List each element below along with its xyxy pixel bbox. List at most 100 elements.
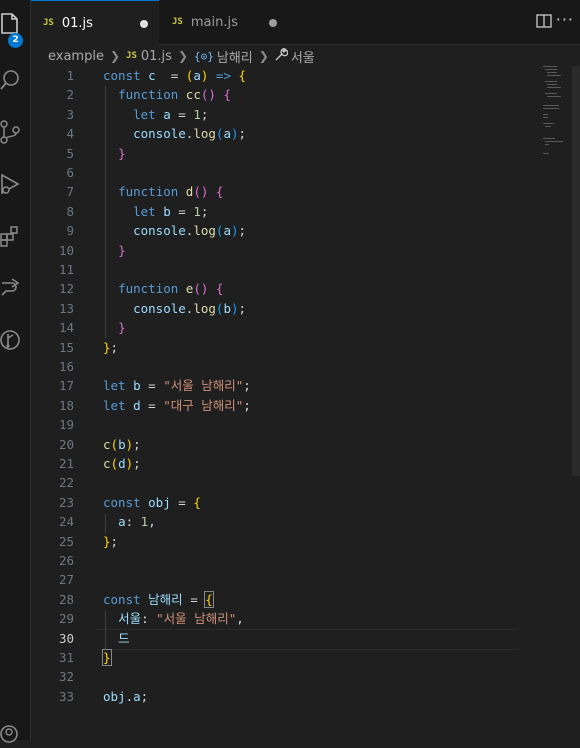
code-token: => [215, 68, 231, 83]
code-token: console [133, 300, 186, 316]
line-number: 3 [66, 106, 74, 122]
code-token: { [215, 184, 224, 200]
code-token: c [103, 456, 111, 471]
code-line[interactable]: 28 const 남해리 = { [31, 590, 580, 609]
code-line[interactable]: 30 드 [31, 628, 580, 650]
code-token: 남해리 [148, 591, 183, 607]
code-text: obj.a; [103, 687, 148, 706]
code-line[interactable]: 32 [31, 667, 580, 686]
code-line[interactable]: 14 } [31, 318, 580, 337]
run-debug-icon[interactable] [0, 168, 30, 200]
code-line[interactable]: 3 let a = 1; [31, 105, 580, 124]
code-token: log [193, 126, 216, 142]
breadcrumb-property[interactable]: 서울 [291, 47, 315, 66]
code-token: , [148, 514, 156, 530]
code-line[interactable]: 5 } [31, 144, 580, 163]
line-number: 30 [58, 630, 74, 646]
code-line[interactable]: 9 console.log(a); [31, 221, 580, 240]
code-token: } [118, 242, 126, 258]
code-line[interactable]: 16 [31, 357, 580, 376]
code-line[interactable]: 26 [31, 551, 580, 570]
line-number: 6 [66, 165, 74, 180]
code-line[interactable]: 1 const c = (a) => { [31, 66, 580, 85]
breadcrumb-folder[interactable]: example [48, 49, 104, 64]
code-text: }; [103, 338, 118, 357]
code-line[interactable]: 19 [31, 415, 580, 434]
code-line[interactable]: 29 서울: "서울 남해리", [31, 609, 580, 628]
code-token: c [148, 68, 156, 83]
line-number: 8 [66, 203, 74, 219]
code-line[interactable]: 6 [31, 163, 580, 182]
more-actions-icon[interactable]: ··· [556, 10, 574, 29]
code-line[interactable]: 23 const obj = { [31, 493, 580, 512]
code-line[interactable]: 27 [31, 570, 580, 589]
code-token: let [133, 106, 164, 122]
code-line[interactable]: 4 console.log(a); [31, 124, 580, 143]
code-token: ) [230, 126, 239, 142]
tab-main-js[interactable]: JS main.js [160, 0, 288, 44]
line-number: 33 [58, 688, 74, 704]
code-line[interactable]: 33 obj.a; [31, 687, 580, 706]
code-line[interactable]: 18 let d = "대구 남해리"; [31, 396, 580, 415]
minimap[interactable] [543, 66, 573, 206]
code-token: = [170, 203, 194, 219]
code-text: } [103, 241, 126, 260]
remote-explorer-icon[interactable] [0, 272, 30, 304]
code-line[interactable]: 12 function e() { [31, 279, 580, 298]
line-number: 16 [58, 359, 74, 374]
git-graph-icon[interactable] [0, 324, 30, 356]
unsaved-dot-icon[interactable] [269, 19, 277, 27]
js-file-icon: JS [126, 51, 137, 61]
search-icon[interactable] [0, 64, 30, 96]
code-line[interactable]: 31} [31, 648, 580, 667]
code-token: () [193, 281, 209, 297]
line-number: 10 [58, 242, 74, 258]
indent-guide [105, 514, 106, 533]
account-icon[interactable] [0, 716, 30, 748]
code-token: 서울 [118, 611, 142, 627]
tab-01-js[interactable]: JS 01.js [31, 0, 159, 45]
code-token: obj [148, 494, 171, 510]
code-line[interactable]: 11 [31, 260, 580, 279]
code-line[interactable]: 21 c(d); [31, 454, 580, 473]
code-line[interactable]: 13 console.log(b); [31, 299, 580, 318]
code-line[interactable]: 8 let b = 1; [31, 202, 580, 221]
code-line[interactable]: 24 a: 1, [31, 512, 580, 531]
code-line[interactable]: 22 [31, 473, 580, 492]
code-token: = [140, 378, 164, 394]
code-line[interactable]: 2 function cc() { [31, 85, 580, 104]
code-line[interactable]: 10 } [31, 241, 580, 260]
code-line[interactable]: 25}; [31, 532, 580, 551]
code-line[interactable]: 17 let b = "서울 남해리"; [31, 376, 580, 395]
vertical-scrollbar[interactable] [572, 66, 580, 476]
code-token: ; [238, 300, 247, 316]
split-editor-icon[interactable] [536, 13, 552, 33]
code-text: function cc() { [103, 85, 231, 104]
breadcrumb-file[interactable]: 01.js [141, 49, 172, 64]
line-number: 26 [58, 553, 74, 568]
line-number: 11 [58, 262, 74, 277]
code-line[interactable]: 20 c(b); [31, 435, 580, 454]
code-editor[interactable]: 1 const c = (a) => {2 function cc() {3 le… [31, 66, 580, 740]
code-token: ; [110, 339, 119, 355]
code-token: a [223, 126, 231, 142]
code-text: c(d); [103, 454, 141, 473]
code-token: ) [230, 300, 239, 316]
tab-bar: JS 01.js JS main.js ··· [31, 0, 580, 45]
breadcrumb-symbol[interactable]: 남해리 [217, 47, 253, 66]
code-token: "서울 남해리" [163, 378, 244, 394]
line-number: 29 [58, 611, 74, 627]
code-line[interactable]: 15}; [31, 338, 580, 357]
code-token: : [141, 611, 157, 627]
source-control-icon[interactable] [0, 116, 30, 148]
line-number: 32 [58, 669, 74, 685]
code-line[interactable]: 7 function d() { [31, 182, 580, 201]
extensions-icon[interactable] [0, 220, 30, 252]
unsaved-dot-icon[interactable] [140, 20, 148, 28]
code-token: let [133, 203, 164, 219]
